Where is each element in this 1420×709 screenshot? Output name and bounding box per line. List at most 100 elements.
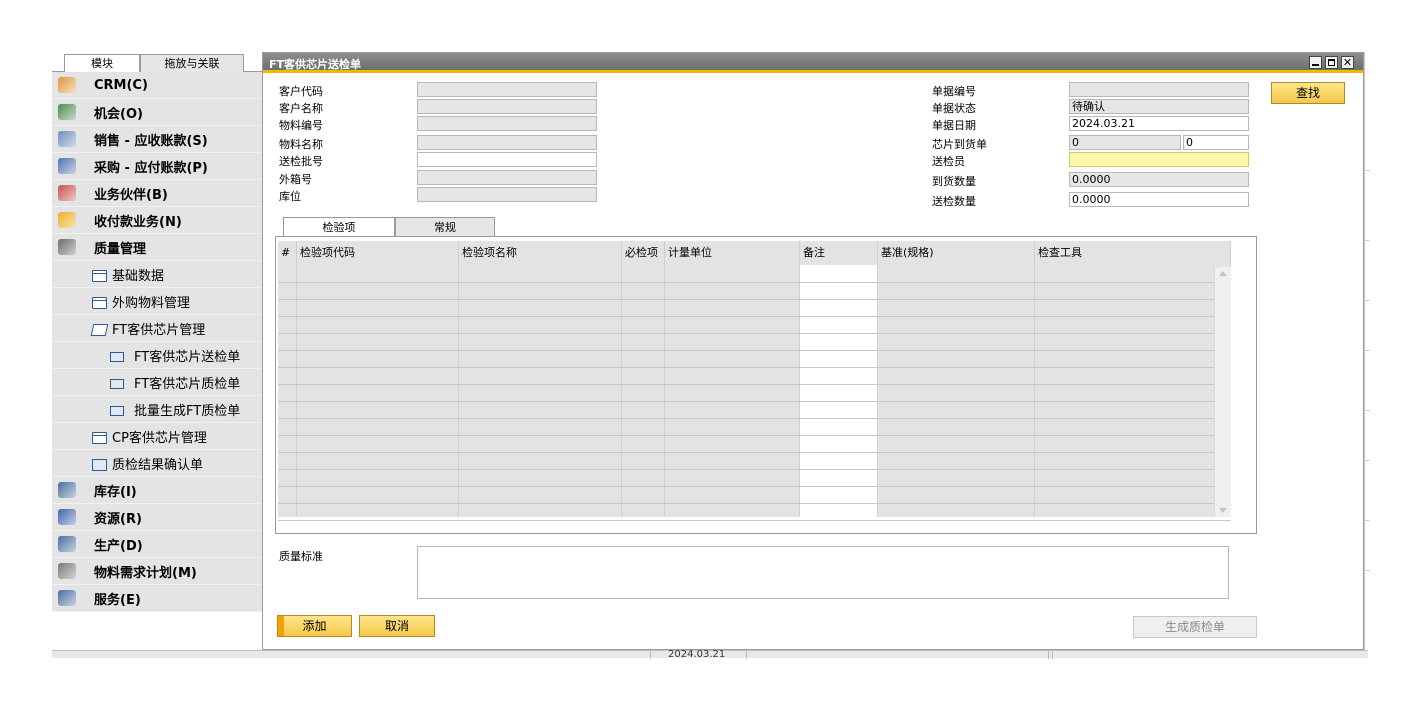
grid-scrollbar[interactable] [1214, 267, 1231, 517]
minimize-icon[interactable] [1309, 56, 1322, 69]
grid-column-header[interactable]: 必检项 [622, 241, 665, 265]
module-item[interactable]: 生产(D) [52, 531, 262, 558]
quality-standard-label: 质量标准 [279, 550, 323, 563]
module-item[interactable]: 服务(E) [52, 585, 262, 612]
grid-column[interactable] [878, 265, 1035, 517]
table-row [278, 435, 1231, 436]
module-item-label: 批量生成FT质检单 [134, 403, 241, 419]
inspection-items-grid[interactable]: # 检验项代码 检验项名称 必检项 计量单位 备注 基准(规格) 检查工具 [278, 241, 1231, 521]
maximize-icon[interactable] [1325, 56, 1338, 69]
module-item[interactable]: 机会(O) [52, 99, 262, 126]
module-item[interactable]: 收付款业务(N) [52, 207, 262, 234]
grid-column-header[interactable]: 计量单位 [665, 241, 800, 265]
field-input[interactable] [417, 187, 597, 202]
add-button-accent [278, 616, 284, 636]
module-item[interactable]: 库存(I) [52, 477, 262, 504]
add-button-label: 添加 [302, 619, 327, 633]
module-item[interactable]: FT客供芯片管理 [52, 315, 262, 342]
field-input[interactable] [417, 135, 597, 150]
module-item-label: 基础数据 [112, 268, 165, 284]
tab-drag-relate[interactable]: 拖放与关联 [140, 54, 244, 72]
field-input[interactable] [417, 152, 597, 167]
grid-column[interactable] [622, 265, 665, 517]
background-window-tick [1365, 460, 1370, 461]
field-input[interactable]: 2024.03.21 [1069, 116, 1249, 131]
module-item[interactable]: 基础数据 [52, 261, 262, 288]
module-item[interactable]: 销售 - 应收账款(S) [52, 126, 262, 153]
tab-general[interactable]: 常规 [395, 217, 495, 237]
grid-column-header[interactable]: 备注 [800, 241, 878, 265]
field-input[interactable] [417, 99, 597, 114]
module-item[interactable]: 批量生成FT质检单 [52, 396, 262, 423]
module-item-label: 质检结果确认单 [112, 457, 204, 473]
add-button[interactable]: 添加 [277, 615, 352, 637]
quality-standard-textarea[interactable] [417, 546, 1229, 599]
module-item-label: 销售 - 应收账款(S) [94, 133, 208, 149]
window-titlebar[interactable]: FT客供芯片送检单 ✕ [263, 53, 1363, 73]
grid-column[interactable] [800, 265, 878, 517]
document-icon [92, 459, 107, 471]
background-window-tick [1365, 350, 1370, 351]
tab-modules[interactable]: 模块 [64, 54, 140, 73]
background-window-edge [1364, 52, 1370, 650]
module-item-label: 外购物料管理 [112, 295, 191, 311]
field-input[interactable]: 0.0000 [1069, 172, 1249, 187]
module-item[interactable]: 资源(R) [52, 504, 262, 531]
field-input[interactable] [417, 170, 597, 185]
grid-column-header[interactable]: 基准(规格) [878, 241, 1035, 265]
inspection-items-pane: # 检验项代码 检验项名称 必检项 计量单位 备注 基准(规格) 检查工具 [275, 236, 1257, 534]
module-item-label: 机会(O) [94, 106, 143, 122]
grid-column[interactable] [1035, 265, 1231, 517]
find-button[interactable]: 查找 [1271, 82, 1345, 104]
field-input[interactable] [417, 82, 597, 97]
grid-column[interactable] [278, 265, 297, 517]
field-input[interactable] [1069, 82, 1249, 97]
table-row [278, 282, 1231, 283]
status-divider [1048, 651, 1049, 659]
module-item[interactable]: 业务伙伴(B) [52, 180, 262, 207]
module-item-label: FT客供芯片管理 [112, 322, 206, 338]
folder-icon [92, 270, 107, 282]
module-item[interactable]: CRM(C) [52, 72, 262, 99]
banking-icon [58, 212, 76, 228]
module-item[interactable]: 外购物料管理 [52, 288, 262, 315]
scroll-down-icon[interactable] [1219, 508, 1227, 513]
module-item-label: 收付款业务(N) [94, 214, 182, 230]
folder-icon [92, 297, 107, 309]
grid-column-header[interactable]: 检验项代码 [297, 241, 459, 265]
module-item-label: FT客供芯片送检单 [134, 349, 241, 365]
field-input[interactable] [417, 116, 597, 131]
cancel-button[interactable]: 取消 [359, 615, 435, 637]
module-item[interactable]: 物料需求计划(M) [52, 558, 262, 585]
field-label: 送检数量 [932, 195, 976, 208]
module-item[interactable]: CP客供芯片管理 [52, 423, 262, 450]
module-item[interactable]: 采购 - 应付账款(P) [52, 153, 262, 180]
module-item[interactable]: 质量管理 [52, 234, 262, 261]
module-item[interactable]: 质检结果确认单 [52, 450, 262, 477]
table-row [278, 299, 1231, 300]
crm-icon [58, 77, 76, 93]
field-input[interactable]: 0.0000 [1069, 192, 1249, 207]
module-item[interactable]: FT客供芯片送检单 [52, 342, 262, 369]
scroll-up-icon[interactable] [1219, 271, 1227, 276]
field-input[interactable] [1069, 152, 1249, 167]
field-input[interactable]: 0 [1069, 135, 1181, 150]
field-input[interactable]: 待确认 [1069, 99, 1249, 114]
business-partner-icon [58, 185, 76, 201]
grid-column-header[interactable]: 检验项名称 [459, 241, 622, 265]
field-input[interactable]: 0 [1183, 135, 1249, 150]
grid-column-header[interactable]: 检查工具 [1035, 241, 1231, 265]
background-window-tick [1365, 240, 1370, 241]
grid-column[interactable] [297, 265, 459, 517]
grid-column[interactable] [665, 265, 800, 517]
window-title: FT客供芯片送检单 [269, 58, 362, 71]
module-item[interactable]: FT客供芯片质检单 [52, 369, 262, 396]
grid-column[interactable] [459, 265, 622, 517]
modules-panel: 模块 拖放与关联 CRM(C) 机会(O) 销售 - 应收账款(S) 采购 - 应付账… [52, 52, 262, 650]
background-window-tick [1365, 170, 1370, 171]
module-menu: CRM(C) 机会(O) 销售 - 应收账款(S) 采购 - 应付账款(P) 业务伙伴(… [52, 72, 262, 612]
generate-inspection-button[interactable]: 生成质检单 [1133, 616, 1257, 638]
tab-inspection-items[interactable]: 检验项 [283, 217, 395, 238]
grid-column-header[interactable]: # [278, 241, 297, 265]
close-icon[interactable]: ✕ [1341, 56, 1354, 69]
